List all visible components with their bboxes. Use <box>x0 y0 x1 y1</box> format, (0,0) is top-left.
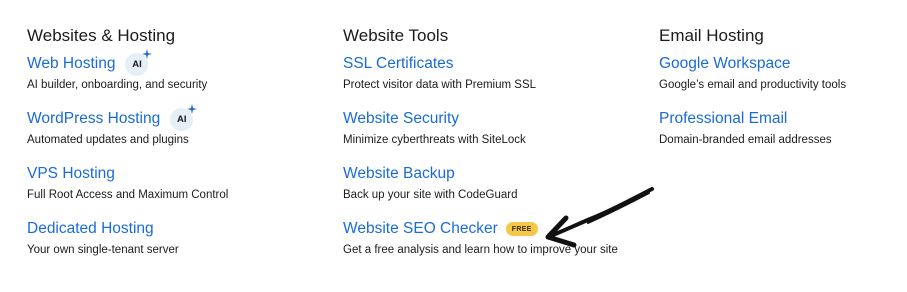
website-backup-link[interactable]: Website Backup <box>343 164 455 184</box>
item-description: Minimize cyberthreats with SiteLock <box>343 134 526 146</box>
item-description: Google’s email and productivity tools <box>659 79 847 91</box>
menu-item-website-security: Website Security Minimize cyberthreats w… <box>343 107 618 147</box>
ssl-certificates-link[interactable]: SSL Certificates <box>343 54 454 74</box>
item-description: Automated updates and plugins <box>27 134 189 146</box>
sparkle-icon <box>187 103 198 114</box>
menu-item-google-workspace: Google Workspace Google’s email and prod… <box>659 52 846 92</box>
dedicated-hosting-link[interactable]: Dedicated Hosting <box>27 219 154 239</box>
ai-badge: AI <box>170 103 198 131</box>
menu-item-wordpress-hosting: WordPress Hosting AI Automated updates a… <box>27 103 228 147</box>
item-description: AI builder, onboarding, and security <box>27 79 208 91</box>
website-seo-checker-link[interactable]: Website SEO Checker <box>343 219 498 239</box>
column-title: Websites & Hosting <box>27 26 176 45</box>
vps-hosting-link[interactable]: VPS Hosting <box>27 164 115 184</box>
ai-badge: AI <box>125 48 153 76</box>
sparkle-icon <box>142 48 153 59</box>
column-title: Website Tools <box>343 26 449 45</box>
item-description: Your own single-tenant server <box>27 244 179 256</box>
item-description: Full Root Access and Maximum Control <box>27 189 229 201</box>
menu-item-vps-hosting: VPS Hosting Full Root Access and Maximum… <box>27 162 228 202</box>
professional-email-link[interactable]: Professional Email <box>659 109 787 129</box>
menu-item-professional-email: Professional Email Domain-branded email … <box>659 107 846 147</box>
google-workspace-link[interactable]: Google Workspace <box>659 54 791 74</box>
column-email-hosting: Email Hosting Google Workspace Google’s … <box>659 26 846 147</box>
ai-badge-label: AI <box>132 58 142 70</box>
item-description: Protect visitor data with Premium SSL <box>343 79 537 91</box>
web-hosting-link[interactable]: Web Hosting <box>27 54 115 74</box>
menu-item-web-hosting: Web Hosting AI AI builder, onboarding, a… <box>27 48 228 92</box>
item-description: Domain-branded email addresses <box>659 134 832 146</box>
menu-item-ssl-certificates: SSL Certificates Protect visitor data wi… <box>343 52 618 92</box>
website-security-link[interactable]: Website Security <box>343 109 459 129</box>
ai-badge-label: AI <box>176 113 187 125</box>
column-websites-hosting: Websites & Hosting Web Hosting AI AI bui… <box>27 26 228 257</box>
column-title: Email Hosting <box>659 26 764 45</box>
hand-drawn-arrow-icon <box>545 187 654 248</box>
wordpress-hosting-link[interactable]: WordPress Hosting <box>27 109 160 129</box>
menu-item-dedicated-hosting: Dedicated Hosting Your own single-tenant… <box>27 217 228 257</box>
